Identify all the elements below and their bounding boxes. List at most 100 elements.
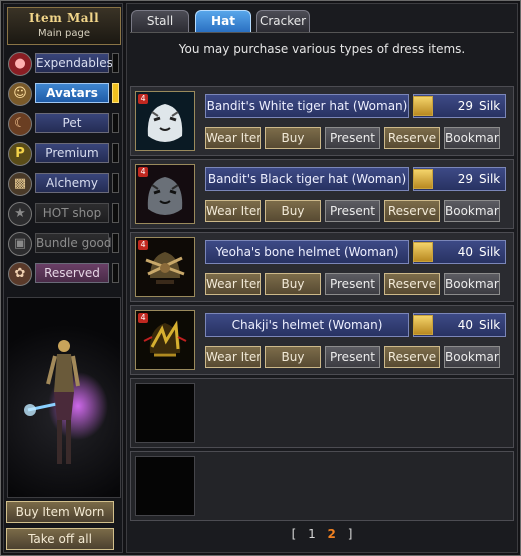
category-hot-shop[interactable]: ★ HOT shop	[7, 201, 119, 227]
item-row: 4 Bandit's Black tiger hat (Woman) 29 Si…	[130, 159, 514, 229]
item-name: Bandit's White tiger hat (Woman)	[205, 94, 409, 118]
category-indicator	[112, 173, 119, 193]
pager-close-bracket: ]	[347, 527, 353, 541]
character-preview[interactable]	[7, 297, 121, 498]
item-name: Chakji's helmet (Woman)	[205, 313, 409, 337]
item-mall-header: Item Mall Main page	[7, 7, 121, 45]
category-indicator	[112, 233, 119, 253]
category-indicator	[112, 53, 119, 73]
item-level-badge: 4	[138, 240, 148, 250]
item-price: 40	[457, 245, 473, 259]
character-figure-icon	[24, 340, 108, 464]
item-list-panel: Stall Hat Cracker You may purchase vario…	[126, 3, 518, 553]
page-link-2-current[interactable]: 2	[328, 522, 336, 546]
item-thumbnail[interactable]: 4	[135, 310, 195, 370]
item-row: 4 Yeoha's bone helmet (Woman) 40 Silk We…	[130, 232, 514, 302]
category-pet-button[interactable]: Pet	[35, 113, 109, 133]
wear-item-button[interactable]: Wear Item	[205, 200, 261, 222]
category-premium-button[interactable]: Premium	[35, 143, 109, 163]
bookmark-button[interactable]: Bookmark	[444, 200, 500, 222]
category-sidebar: Item Mall Main page ● Expendables ☺ Avat…	[3, 3, 123, 553]
category-premium[interactable]: P Premium	[7, 141, 119, 167]
category-indicator	[112, 263, 119, 283]
pagination: [ 1 2 ]	[127, 522, 517, 546]
silk-coin-icon	[413, 315, 433, 335]
silk-coin-icon	[413, 169, 433, 189]
item-price: 29	[457, 99, 473, 113]
item-level-badge: 4	[138, 94, 148, 104]
category-reserved[interactable]: ✿ Reserved	[7, 261, 119, 287]
empty-item-row	[130, 378, 514, 448]
silk-coin-icon	[413, 96, 433, 116]
wear-item-button[interactable]: Wear Item	[205, 273, 261, 295]
category-expendables-button[interactable]: Expendables	[35, 53, 113, 73]
item-name: Yeoha's bone helmet (Woman)	[205, 240, 409, 264]
item-thumbnail[interactable]: 4	[135, 164, 195, 224]
tab-hat[interactable]: Hat	[195, 10, 251, 32]
present-button[interactable]: Present	[325, 273, 380, 295]
item-currency: Silk	[479, 318, 501, 332]
item-currency: Silk	[479, 245, 501, 259]
empty-item-slot	[135, 383, 195, 443]
item-level-badge: 4	[138, 313, 148, 323]
silk-coin-icon	[413, 242, 433, 262]
item-currency: Silk	[479, 172, 501, 186]
hot-shop-icon: ★	[8, 202, 32, 226]
reserve-button[interactable]: Reserve	[384, 273, 440, 295]
category-avatars[interactable]: ☺ Avatars	[7, 81, 119, 107]
pet-icon: ☾	[8, 112, 32, 136]
buy-item-worn-button[interactable]: Buy Item Worn	[6, 501, 114, 523]
category-reserved-button[interactable]: Reserved	[35, 263, 109, 283]
item-price: 40	[457, 318, 473, 332]
category-avatars-button[interactable]: Avatars	[35, 83, 109, 103]
item-price: 29	[457, 172, 473, 186]
category-indicator	[112, 203, 119, 223]
item-mall-subtitle[interactable]: Main page	[8, 28, 120, 39]
item-currency: Silk	[479, 99, 501, 113]
item-name: Bandit's Black tiger hat (Woman)	[205, 167, 409, 191]
buy-button[interactable]: Buy	[265, 273, 321, 295]
category-indicator	[112, 113, 119, 133]
present-button[interactable]: Present	[325, 127, 380, 149]
reserved-icon: ✿	[8, 262, 32, 286]
item-mall-title: Item Mall	[28, 11, 100, 25]
reserve-button[interactable]: Reserve	[384, 127, 440, 149]
buy-button[interactable]: Buy	[265, 200, 321, 222]
bookmark-button[interactable]: Bookmark	[444, 273, 500, 295]
buy-button[interactable]: Buy	[265, 346, 321, 368]
premium-p-icon: P	[8, 142, 32, 166]
tab-cracker[interactable]: Cracker	[256, 10, 310, 32]
category-alchemy[interactable]: ▩ Alchemy	[7, 171, 119, 197]
empty-item-row	[130, 451, 514, 521]
item-row: 4 Bandit's White tiger hat (Woman) 29 Si…	[130, 86, 514, 156]
present-button[interactable]: Present	[325, 200, 380, 222]
category-pet[interactable]: ☾ Pet	[7, 111, 119, 137]
bookmark-button[interactable]: Bookmark	[444, 346, 500, 368]
item-row: 4 Chakji's helmet (Woman) 40 Silk Wear I…	[130, 305, 514, 375]
reserve-button[interactable]: Reserve	[384, 346, 440, 368]
reserve-button[interactable]: Reserve	[384, 200, 440, 222]
item-thumbnail[interactable]: 4	[135, 91, 195, 151]
wear-item-button[interactable]: Wear Item	[205, 346, 261, 368]
potion-icon: ●	[8, 52, 32, 76]
category-indicator	[112, 143, 119, 163]
take-off-all-button[interactable]: Take off all	[6, 528, 114, 550]
wear-item-button[interactable]: Wear Item	[205, 127, 261, 149]
category-hot-shop-button[interactable]: HOT shop	[35, 203, 109, 223]
present-button[interactable]: Present	[325, 346, 380, 368]
tab-stall[interactable]: Stall	[131, 10, 189, 32]
item-thumbnail[interactable]: 4	[135, 237, 195, 297]
section-description: You may purchase various types of dress …	[130, 32, 514, 65]
empty-item-slot	[135, 456, 195, 516]
bookmark-button[interactable]: Bookmark	[444, 127, 500, 149]
avatar-face-icon: ☺	[8, 82, 32, 106]
item-level-badge: 4	[138, 167, 148, 177]
category-bundle-goods-button[interactable]: Bundle goods	[35, 233, 118, 253]
category-bundle-goods[interactable]: ▣ Bundle goods	[7, 231, 119, 257]
buy-button[interactable]: Buy	[265, 127, 321, 149]
category-alchemy-button[interactable]: Alchemy	[35, 173, 109, 193]
pager-open-bracket: [	[291, 527, 297, 541]
page-link-1[interactable]: 1	[308, 522, 316, 546]
category-indicator-active	[112, 83, 119, 103]
category-expendables[interactable]: ● Expendables	[7, 51, 119, 77]
